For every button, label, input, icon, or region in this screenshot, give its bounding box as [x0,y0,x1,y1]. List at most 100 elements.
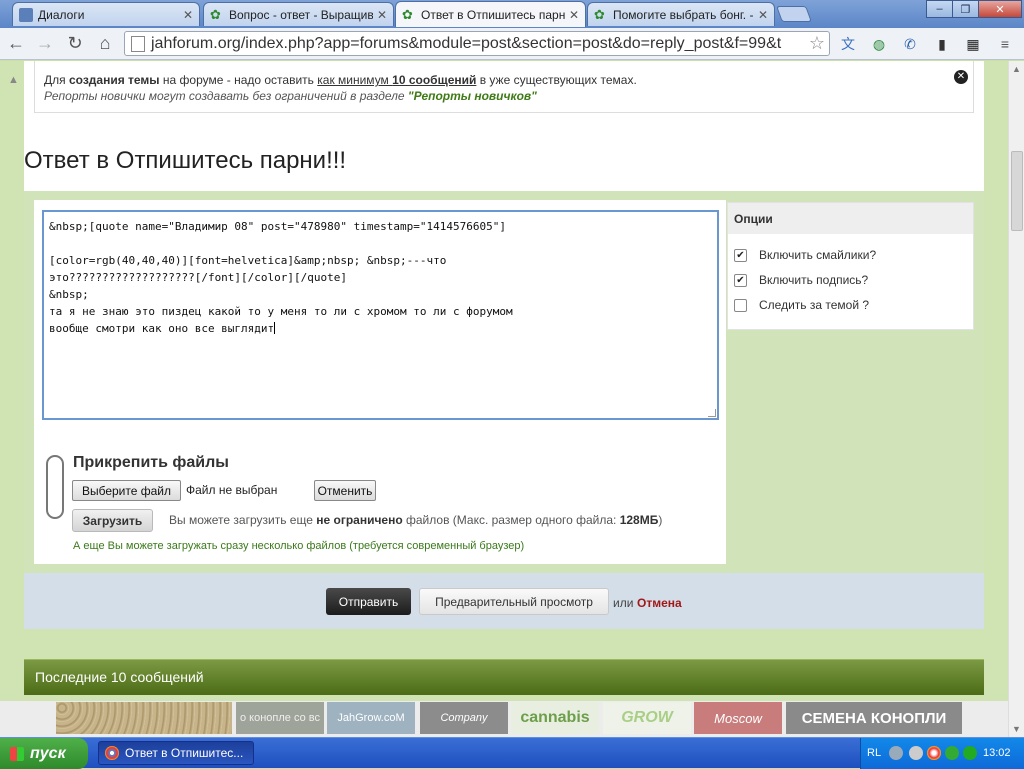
banner-text: Company [440,712,488,724]
notice-underline: как минимум 10 сообщений [317,73,476,87]
banner-cannabis[interactable]: cannabis [511,702,599,734]
checkbox-checked-icon[interactable]: ✔ [734,273,747,287]
cancel-file-button[interactable]: Отменить [314,480,376,501]
notice-line-1: Для создания темы на форуме - надо остав… [44,72,973,88]
option-signature[interactable]: ✔ Включить подпись? [734,271,868,289]
or-label: или [613,596,634,610]
leaf-icon: ✿ [402,6,413,22]
forward-icon[interactable]: → [34,32,56,54]
start-button[interactable]: пуск [0,738,88,769]
editor-line: [color=rgb(40,40,40)][font=helvetica]&am… [49,254,447,267]
close-tab-icon[interactable]: ✕ [569,8,579,22]
banner-row: о конопле со вс JahGrow.coM Company cann… [0,701,1008,737]
menu-icon[interactable]: ≡ [995,34,1015,54]
address-bar[interactable]: jahforum.org/index.php?app=forums&module… [124,31,830,56]
newbie-reports-link[interactable]: "Репорты новичков" [408,89,537,103]
scroll-down-arrow-icon[interactable]: ▼ [1012,724,1021,734]
last-posts-header: Последние 10 сообщений [24,659,984,695]
back-icon[interactable]: ← [5,32,27,54]
banner-seeds[interactable] [56,702,232,734]
editor-line: та я не знаю это пиздец какой то у меня … [49,305,513,318]
banner-about-cannabis[interactable]: о конопле со вс [236,702,324,734]
minimize-button[interactable]: ‒ [926,0,953,18]
tab-bong[interactable]: ✿ Помогите выбрать бонг. - Б ✕ [587,2,775,26]
options-panel: Опции ✔ Включить смайлики? ✔ Включить по… [727,202,974,330]
close-tab-icon[interactable]: ✕ [377,8,387,22]
checkbox-checked-icon[interactable]: ✔ [734,248,747,262]
page-scrollbar[interactable]: ▲ ▼ [1008,61,1024,737]
checker-icon[interactable]: ▦ [963,34,983,54]
banner-text: о конопле со вс [240,712,320,724]
last-posts-title: Последние 10 сообщений [35,669,204,685]
clock: 13:02 [983,747,1011,759]
globe-icon[interactable]: ◍ [869,34,889,54]
checkbox-unchecked-icon[interactable] [734,298,747,312]
notice-text: в уже существующих темах. [476,73,637,87]
option-smilies[interactable]: ✔ Включить смайлики? [734,246,876,264]
upload-button[interactable]: Загрузить [72,509,153,532]
tray-arrow-icon[interactable] [889,746,903,760]
tab-reply-active[interactable]: ✿ Ответ в Отпишитесь парни ✕ [395,1,586,27]
option-label: Включить смайлики? [759,248,877,262]
options-title: Опции [728,203,973,234]
tray-shield-icon[interactable] [963,746,977,760]
page-icon [131,35,145,52]
tray-bell-icon[interactable] [909,746,923,760]
page-area: ▲ Для создания темы на форуме - надо ост… [0,61,1008,701]
start-label: пуск [30,744,66,762]
close-tab-icon[interactable]: ✕ [758,8,768,22]
banner-text: cannabis [520,709,590,726]
notice-text: как минимум [317,73,393,87]
no-file-label: Файл не выбран [186,483,278,497]
choose-file-button[interactable]: Выберите файл [72,480,181,501]
tab-title: Вопрос - ответ - Выращива [229,7,373,22]
close-notice-icon[interactable]: ✕ [954,70,968,84]
banner-text: JahGrow.coM [337,712,405,724]
notice-bold: 10 сообщений [392,73,477,87]
paperclip-icon [46,455,64,519]
scroll-thumb[interactable] [1011,151,1023,231]
close-window-button[interactable]: ✕ [978,0,1022,18]
device-icon[interactable]: ▮ [932,34,952,54]
upload-info-text: ) [658,513,663,527]
new-tab-button[interactable] [776,6,812,22]
editor-line: &nbsp;[quote name="Владимир 08" post="47… [49,220,506,233]
scroll-up-arrow-icon[interactable]: ▲ [1012,64,1021,74]
option-follow-topic[interactable]: Следить за темой ? [734,296,869,314]
banner-jahgrow[interactable]: JahGrow.coM [327,702,415,734]
banner-text: GROW [621,709,673,726]
banner-grow[interactable]: GROW [603,702,691,734]
preview-button[interactable]: Предварительный просмотр [419,588,609,615]
language-indicator[interactable]: RL [867,747,881,759]
tray-chrome-icon[interactable] [927,746,941,760]
attach-files-title: Прикрепить файлы [73,454,229,471]
translate-icon[interactable]: 文 [838,34,858,54]
message-textarea[interactable]: &nbsp;[quote name="Владимир 08" post="47… [42,210,719,420]
close-tab-icon[interactable]: ✕ [183,8,193,22]
star-icon[interactable]: ☆ [809,33,825,54]
notice-bold: создания темы [68,73,160,87]
tab-dialogs[interactable]: Диалоги ✕ [12,2,200,26]
reload-icon[interactable]: ↻ [64,32,86,54]
page-title: Ответ в Отпишитесь парни!!! [24,147,347,174]
notice-box: Для создания темы на форуме - надо остав… [34,61,974,113]
leaf-icon: ✿ [594,6,605,22]
home-icon[interactable]: ⌂ [94,32,116,54]
restore-button[interactable]: ❐ [952,0,979,18]
tab-title: Ответ в Отпишитесь парни [421,7,565,22]
phone-icon[interactable]: ✆ [900,34,920,54]
url-text: jahforum.org/index.php?app=forums&module… [151,34,782,52]
tray-check-icon[interactable] [945,746,959,760]
resize-handle[interactable] [708,409,716,417]
upload-info-text: Вы можете загрузить еще [169,513,317,527]
send-button[interactable]: Отправить [326,588,411,615]
cancel-link[interactable]: Отмена [637,596,682,610]
banner-company[interactable]: Company [420,702,508,734]
banner-moscow[interactable]: Moscow [694,702,782,734]
system-tray: RL 13:02 [860,738,1024,769]
tab-question-answer[interactable]: ✿ Вопрос - ответ - Выращива ✕ [203,2,394,26]
editor-line: &nbsp; [49,288,89,301]
banner-cannabis-seeds[interactable]: СЕМЕНА КОНОПЛИ [786,702,962,734]
taskbar-window-chrome[interactable]: Ответ в Отпишитес... [98,741,254,765]
editor-line: это???????????????????[/font][/color][/q… [49,271,348,284]
